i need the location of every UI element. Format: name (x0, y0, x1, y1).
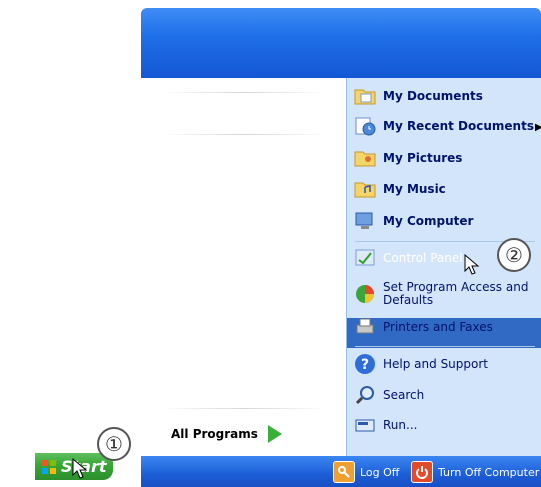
menu-item-my-music[interactable]: My Music (353, 175, 446, 203)
windows-logo-icon (42, 459, 56, 474)
menu-item-label: Printers and Faxes (383, 320, 493, 334)
folder-documents-icon (354, 89, 376, 105)
menu-item-label: Control Panel (383, 251, 463, 265)
recent-documents-icon (355, 117, 376, 136)
menu-item-label: My Documents (383, 89, 483, 103)
menu-item-help-and-support[interactable]: ? Help and Support (353, 350, 488, 378)
all-programs-button[interactable]: All Programs (171, 422, 311, 446)
folder-pictures-icon (354, 151, 376, 167)
turn-off-label: Turn Off Computer (438, 465, 540, 479)
program-access-icon (356, 285, 374, 303)
key-icon (333, 461, 355, 483)
menu-item-label: Set Program Access and Defaults (383, 280, 529, 307)
menu-item-label: My Computer (383, 214, 474, 228)
menu-item-control-panel[interactable]: Control Panel (353, 244, 463, 272)
start-menu: All Programs My Documents My Recent Docu… (141, 8, 541, 487)
menu-item-label: Run... (383, 418, 418, 432)
control-panel-icon (355, 249, 375, 266)
menu-item-label: Help and Support (383, 357, 488, 371)
menu-item-my-recent-documents[interactable]: My Recent Documents (353, 112, 534, 140)
separator (355, 346, 535, 347)
all-programs-label: All Programs (171, 427, 258, 441)
left-panel (144, 78, 346, 456)
menu-item-set-program-access[interactable]: Set Program Access and Defaults (353, 278, 533, 310)
menu-item-label: My Music (383, 182, 446, 196)
menu-item-run[interactable]: Run... (353, 411, 417, 439)
mouse-cursor-icon (72, 458, 88, 479)
log-off-button[interactable]: Log Off (333, 461, 399, 483)
turn-off-computer-button[interactable]: Turn Off Computer (411, 461, 539, 483)
callout-number: ② (505, 243, 523, 267)
callout-number: ① (105, 432, 123, 456)
menu-item-my-pictures[interactable]: My Pictures (353, 144, 462, 172)
start-menu-footer: Log Off Turn Off Computer (141, 456, 541, 487)
menu-item-my-computer[interactable]: My Computer (353, 207, 473, 235)
callout-1: ① (97, 427, 131, 461)
separator (162, 92, 327, 93)
menu-item-label: My Recent Documents (383, 119, 534, 133)
menu-item-search[interactable]: Search (353, 381, 424, 409)
menu-item-printers-and-faxes[interactable]: Printers and Faxes (353, 313, 493, 341)
menu-item-label: My Pictures (383, 151, 463, 165)
start-menu-header (141, 8, 541, 78)
run-icon (355, 419, 375, 432)
folder-music-icon (354, 182, 376, 198)
help-icon: ? (355, 354, 375, 374)
submenu-arrow-icon: ▶ (535, 122, 541, 133)
mouse-cursor-icon (464, 254, 480, 275)
log-off-label: Log Off (360, 465, 400, 479)
search-icon (355, 386, 374, 405)
menu-item-my-documents[interactable]: My Documents (353, 82, 483, 110)
green-arrow-icon (267, 425, 282, 443)
menu-item-label: Search (383, 388, 425, 402)
svg-text:?: ? (361, 357, 369, 373)
computer-icon (355, 212, 373, 229)
printer-icon (356, 318, 374, 334)
separator (162, 408, 327, 409)
callout-2: ② (497, 238, 531, 272)
power-icon (411, 461, 433, 483)
separator (162, 134, 327, 135)
